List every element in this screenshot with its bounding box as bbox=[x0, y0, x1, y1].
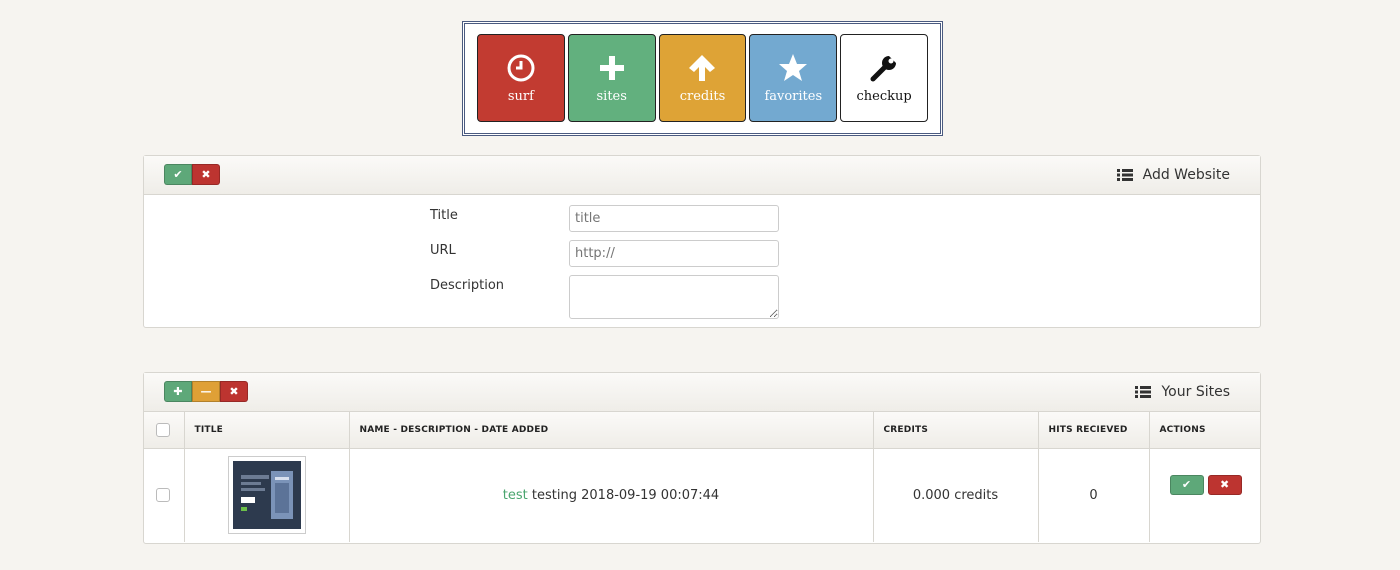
add-website-buttons: ✔ ✖ bbox=[164, 164, 220, 185]
nav-sites-button[interactable]: sites bbox=[567, 34, 656, 122]
table-header-row: TITLE NAME - DESCRIPTION - DATE ADDED CR… bbox=[144, 412, 1260, 449]
nav-checkup-label: checkup bbox=[856, 88, 912, 104]
hits-cell: 0 bbox=[1038, 448, 1150, 542]
col-title: TITLE bbox=[184, 412, 350, 449]
approve-site-button[interactable]: ✔ bbox=[1169, 474, 1204, 495]
arrow-up-icon bbox=[689, 54, 716, 81]
close-icon: ✖ bbox=[1220, 478, 1230, 491]
nav-favorites-label: favorites bbox=[764, 88, 823, 104]
thumbnail-cell bbox=[184, 448, 350, 542]
plus-icon bbox=[599, 55, 624, 80]
clock-icon bbox=[507, 54, 535, 81]
col-hits: HITS RECIEVED bbox=[1038, 412, 1150, 449]
cancel-button[interactable]: ✖ bbox=[192, 164, 220, 185]
select-all-checkbox[interactable] bbox=[156, 422, 170, 437]
row-checkbox[interactable] bbox=[156, 488, 170, 503]
nav-checkup-button[interactable]: checkup bbox=[840, 34, 928, 122]
add-website-title: Add Website bbox=[1116, 167, 1230, 183]
actions-cell: ✔ ✖ bbox=[1149, 448, 1260, 542]
your-sites-title-text: Your Sites bbox=[1161, 384, 1230, 400]
add-website-header: ✔ ✖ Add Website bbox=[144, 156, 1260, 195]
site-name-link[interactable]: test bbox=[503, 488, 528, 503]
nav-credits-button[interactable]: credits bbox=[658, 34, 747, 122]
check-icon: ✔ bbox=[173, 168, 183, 181]
add-website-panel: ✔ ✖ Add Website Title URL Description bbox=[143, 155, 1261, 328]
submit-button[interactable]: ✔ bbox=[164, 164, 192, 185]
close-icon: ✖ bbox=[229, 385, 239, 398]
list-icon bbox=[1135, 386, 1152, 398]
add-site-button[interactable]: ✚ bbox=[164, 381, 192, 402]
description-label: Description bbox=[430, 278, 505, 293]
col-credits: CREDITS bbox=[873, 412, 1039, 449]
nav-favorites-button[interactable]: favorites bbox=[749, 34, 838, 122]
star-icon bbox=[779, 53, 808, 81]
your-sites-header: ✚ — ✖ Your Sites bbox=[144, 373, 1260, 412]
url-label: URL bbox=[430, 243, 456, 258]
credits-cell: 0.000 credits bbox=[873, 448, 1039, 542]
plus-icon: ✚ bbox=[173, 385, 183, 398]
site-hits: 0 bbox=[1089, 487, 1098, 503]
site-date-added: 2018-09-19 00:07:44 bbox=[581, 487, 720, 503]
site-description: testing bbox=[531, 487, 577, 503]
nav-sites-label: sites bbox=[596, 88, 627, 104]
title-input[interactable] bbox=[569, 205, 779, 232]
your-sites-title: Your Sites bbox=[1135, 384, 1230, 400]
name-description-date-cell: test testing 2018-09-19 00:07:44 bbox=[349, 448, 874, 542]
nav-surf-label: surf bbox=[507, 88, 534, 104]
your-sites-buttons: ✚ — ✖ bbox=[164, 381, 248, 402]
thumbnail-image bbox=[232, 461, 301, 530]
add-website-title-text: Add Website bbox=[1142, 167, 1230, 183]
title-label: Title bbox=[430, 208, 458, 223]
delete-site-button[interactable]: ✖ bbox=[220, 381, 248, 402]
site-thumbnail[interactable] bbox=[227, 456, 306, 535]
select-all-header bbox=[144, 412, 185, 449]
col-name-description-date: NAME - DESCRIPTION - DATE ADDED bbox=[349, 412, 874, 449]
table-row: test testing 2018-09-19 00:07:44 0.000 c… bbox=[144, 448, 1260, 542]
delete-row-button[interactable]: ✖ bbox=[1207, 474, 1242, 495]
list-icon bbox=[1116, 169, 1133, 181]
remove-site-button[interactable]: — bbox=[192, 381, 220, 402]
sites-table: TITLE NAME - DESCRIPTION - DATE ADDED CR… bbox=[144, 412, 1260, 542]
check-icon: ✔ bbox=[1181, 478, 1192, 491]
minus-icon: — bbox=[200, 385, 212, 398]
site-credits: 0.000 credits bbox=[912, 487, 999, 503]
description-textarea[interactable] bbox=[569, 275, 779, 319]
nav-surf-button[interactable]: surf bbox=[477, 34, 565, 122]
top-nav: surf sites credits favorites checkup bbox=[462, 21, 943, 136]
row-select-cell bbox=[144, 448, 185, 542]
nav-credits-label: credits bbox=[679, 88, 726, 104]
your-sites-panel: ✚ — ✖ Your Sites TITLE NAME - DESCRIPTIO… bbox=[143, 372, 1261, 544]
col-actions: ACTIONS bbox=[1149, 412, 1260, 449]
thumbnail-graphic bbox=[232, 461, 301, 530]
wrench-icon bbox=[870, 55, 897, 81]
url-input[interactable] bbox=[569, 240, 779, 267]
close-icon: ✖ bbox=[201, 168, 211, 181]
